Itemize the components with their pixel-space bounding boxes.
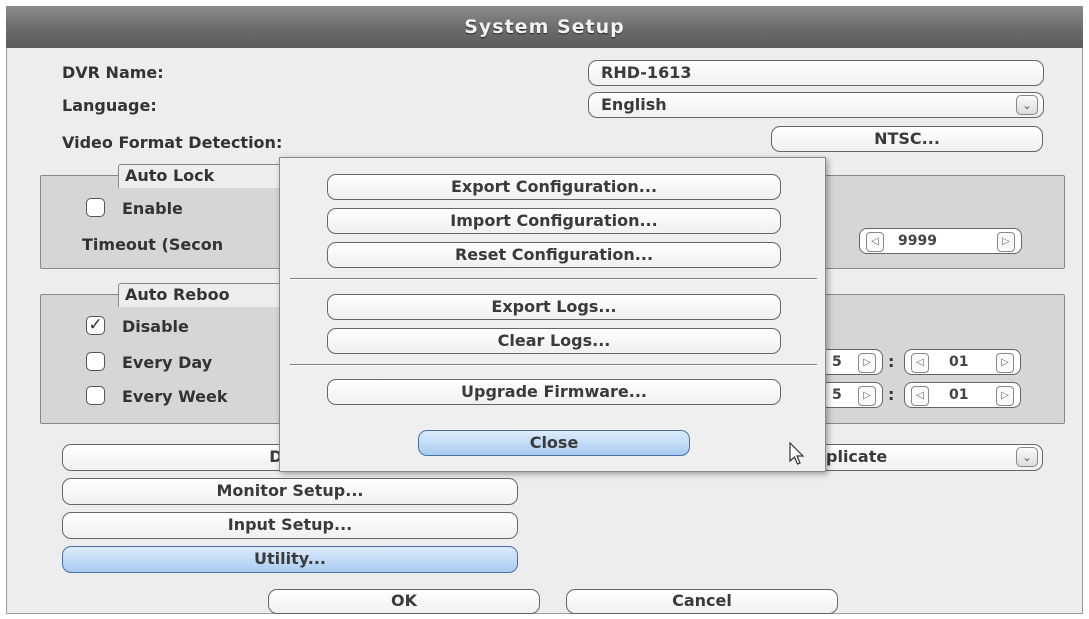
duplicate-select[interactable]: plicate bbox=[805, 444, 1043, 471]
language-select[interactable]: English bbox=[588, 92, 1044, 118]
export-logs-button[interactable]: Export Logs... bbox=[327, 294, 781, 320]
auto-reboot-title: Auto Reboo bbox=[118, 283, 288, 307]
chevron-down-icon[interactable]: ⌄ bbox=[1016, 95, 1038, 115]
utility-button[interactable]: Utility... bbox=[62, 546, 518, 573]
utility-popup: Export Configuration... Import Configura… bbox=[279, 157, 826, 472]
popup-divider bbox=[290, 278, 817, 280]
day-hour-value: 5 bbox=[832, 354, 842, 370]
reset-configuration-button[interactable]: Reset Configuration... bbox=[327, 242, 781, 268]
language-label: Language: bbox=[62, 96, 157, 115]
reboot-every-day-label: Every Day bbox=[122, 353, 213, 372]
spin-left-icon[interactable]: ◁ bbox=[911, 386, 929, 406]
time-separator: : bbox=[888, 385, 895, 404]
timeout-value: 9999 bbox=[898, 233, 937, 249]
dvr-name-input[interactable]: RHD-1613 bbox=[588, 60, 1044, 86]
monitor-setup-button[interactable]: Monitor Setup... bbox=[62, 478, 518, 505]
reboot-disable-checkbox[interactable]: ✓ bbox=[86, 316, 105, 335]
spin-right-icon[interactable]: ▷ bbox=[996, 386, 1014, 406]
spin-left-icon[interactable]: ◁ bbox=[911, 353, 929, 373]
export-configuration-button[interactable]: Export Configuration... bbox=[327, 174, 781, 200]
auto-lock-enable-label: Enable bbox=[122, 199, 183, 218]
duplicate-value: plicate bbox=[826, 447, 888, 466]
reboot-every-day-checkbox[interactable] bbox=[86, 352, 105, 371]
spin-right-icon[interactable]: ▷ bbox=[858, 386, 876, 406]
spin-right-icon[interactable]: ▷ bbox=[997, 232, 1015, 252]
timeout-label: Timeout (Secon bbox=[82, 235, 224, 254]
mouse-cursor-icon bbox=[789, 442, 805, 465]
spin-right-icon[interactable]: ▷ bbox=[858, 353, 876, 373]
chevron-down-icon[interactable]: ⌄ bbox=[1016, 447, 1038, 467]
spin-right-icon[interactable]: ▷ bbox=[996, 353, 1014, 373]
check-icon: ✓ bbox=[88, 315, 103, 335]
clear-logs-button[interactable]: Clear Logs... bbox=[327, 328, 781, 354]
day-minute-spinner[interactable]: ◁ 01 ▷ bbox=[904, 349, 1021, 375]
week-minute-value: 01 bbox=[949, 387, 969, 403]
reboot-disable-label: Disable bbox=[122, 317, 189, 336]
close-button[interactable]: Close bbox=[418, 430, 690, 456]
video-format-button[interactable]: NTSC... bbox=[771, 126, 1043, 152]
popup-divider bbox=[290, 364, 817, 366]
auto-lock-enable-checkbox[interactable] bbox=[86, 198, 105, 217]
dvr-name-label: DVR Name: bbox=[62, 63, 164, 82]
video-format-label: Video Format Detection: bbox=[62, 133, 283, 152]
upgrade-firmware-button[interactable]: Upgrade Firmware... bbox=[327, 379, 781, 405]
auto-lock-title: Auto Lock bbox=[118, 164, 288, 188]
cancel-button[interactable]: Cancel bbox=[566, 589, 838, 614]
window-title: System Setup bbox=[6, 6, 1083, 48]
reboot-every-week-checkbox[interactable] bbox=[86, 386, 105, 405]
day-minute-value: 01 bbox=[949, 354, 969, 370]
week-hour-value: 5 bbox=[832, 387, 842, 403]
timeout-spinner[interactable]: ◁ 9999 ▷ bbox=[859, 228, 1022, 254]
week-minute-spinner[interactable]: ◁ 01 ▷ bbox=[904, 382, 1021, 408]
language-value: English bbox=[601, 95, 667, 114]
time-separator: : bbox=[888, 352, 895, 371]
ok-button[interactable]: OK bbox=[268, 589, 540, 614]
reboot-every-week-label: Every Week bbox=[122, 387, 228, 406]
spin-left-icon[interactable]: ◁ bbox=[866, 232, 884, 252]
input-setup-button[interactable]: Input Setup... bbox=[62, 512, 518, 539]
import-configuration-button[interactable]: Import Configuration... bbox=[327, 208, 781, 234]
